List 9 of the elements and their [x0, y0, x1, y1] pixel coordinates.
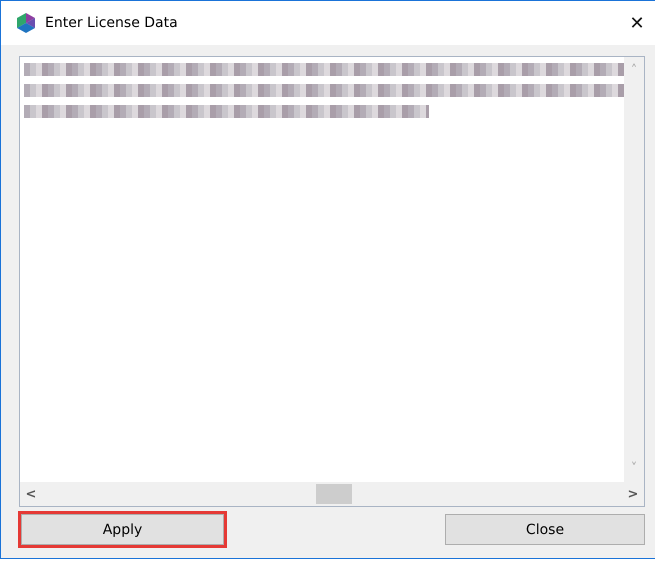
app-logo-icon	[15, 12, 37, 34]
scroll-right-button[interactable]: >	[622, 486, 644, 502]
scroll-left-button[interactable]: <	[20, 486, 42, 502]
window-title: Enter License Data	[45, 15, 179, 31]
dialog-button[interactable]: Apply	[21, 514, 224, 545]
dialog-button[interactable]: Close	[445, 514, 645, 545]
scrollbar-thumb[interactable]	[316, 484, 352, 504]
close-button[interactable]: ✕	[619, 12, 655, 34]
license-text-area[interactable]: ˄ ˅ < >	[19, 56, 645, 507]
